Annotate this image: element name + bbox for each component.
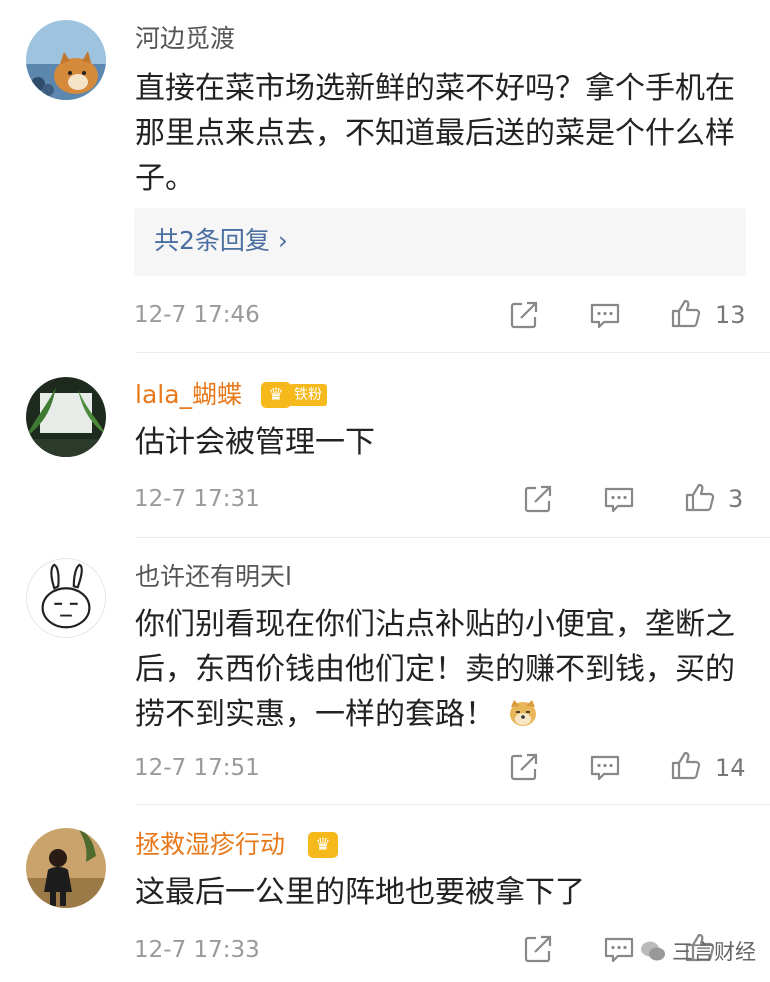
timestamp: 12-7 17:31 — [134, 486, 260, 512]
like-icon[interactable] — [670, 297, 702, 329]
replies-label: 共2条回复 — [154, 226, 270, 255]
timestamp: 12-7 17:46 — [134, 302, 260, 328]
username[interactable]: 拯救湿疹行动 — [135, 828, 285, 862]
bunny-avatar-icon — [27, 559, 105, 637]
timestamp: 12-7 17:33 — [134, 937, 260, 963]
comment-icon[interactable] — [603, 933, 635, 965]
username[interactable]: 河边觅渡 — [135, 22, 235, 56]
comment-icon[interactable] — [603, 483, 635, 515]
comment-text: 这最后一公里的阵地也要被拿下了 — [135, 875, 585, 910]
username[interactable]: 也许还有明天l — [135, 560, 292, 594]
divider — [135, 352, 770, 353]
comment-text: 直接在菜市场选新鲜的菜不好吗？拿个手机在那里点来点去，不知道最后送的菜是个什么样… — [135, 71, 735, 196]
divider — [135, 804, 770, 805]
crown-icon: ♛ — [308, 832, 338, 858]
vip-badge: ♛ — [308, 832, 338, 858]
like-count: 13 — [715, 301, 746, 329]
share-icon[interactable] — [522, 483, 554, 515]
like-count: 14 — [715, 754, 746, 782]
wechat-icon — [641, 941, 665, 961]
share-icon[interactable] — [508, 299, 540, 331]
person-avatar-icon — [26, 828, 106, 908]
comment-icon[interactable] — [589, 751, 621, 783]
plant-avatar-icon — [26, 377, 106, 457]
watermark: 三言财经 — [640, 936, 756, 966]
share-icon[interactable] — [522, 933, 554, 965]
avatar[interactable] — [26, 20, 106, 100]
fan-badge: ♛ 铁粉 — [261, 382, 327, 408]
like-count: 3 — [728, 485, 744, 513]
view-replies-button[interactable]: 共2条回复 › — [134, 208, 746, 276]
like-icon[interactable] — [684, 481, 716, 513]
avatar[interactable] — [26, 377, 106, 457]
divider — [135, 537, 770, 538]
comment-icon[interactable] — [589, 299, 621, 331]
comment-text-content: 你们别看现在你们沾点补贴的小便宜，垄断之后，东西价钱由他们定！卖的赚不到钱，买的… — [135, 607, 735, 732]
avatar[interactable] — [26, 828, 106, 908]
chevron-right-icon: › — [277, 226, 288, 255]
doge-emoji-icon — [510, 700, 536, 726]
share-icon[interactable] — [508, 751, 540, 783]
shiba-avatar-icon — [26, 20, 106, 100]
comment-text: 你们别看现在你们沾点补贴的小便宜，垄断之后，东西价钱由他们定！卖的赚不到钱，买的… — [135, 602, 745, 737]
comment-text: 估计会被管理一下 — [135, 425, 375, 460]
badge-label: 铁粉 — [289, 384, 327, 406]
username[interactable]: lala_蝴蝶 — [135, 378, 242, 412]
crown-icon: ♛ — [261, 382, 291, 408]
timestamp: 12-7 17:51 — [134, 755, 260, 781]
like-icon[interactable] — [670, 749, 702, 781]
watermark-text: 三言财经 — [672, 940, 756, 964]
avatar[interactable] — [26, 558, 106, 638]
